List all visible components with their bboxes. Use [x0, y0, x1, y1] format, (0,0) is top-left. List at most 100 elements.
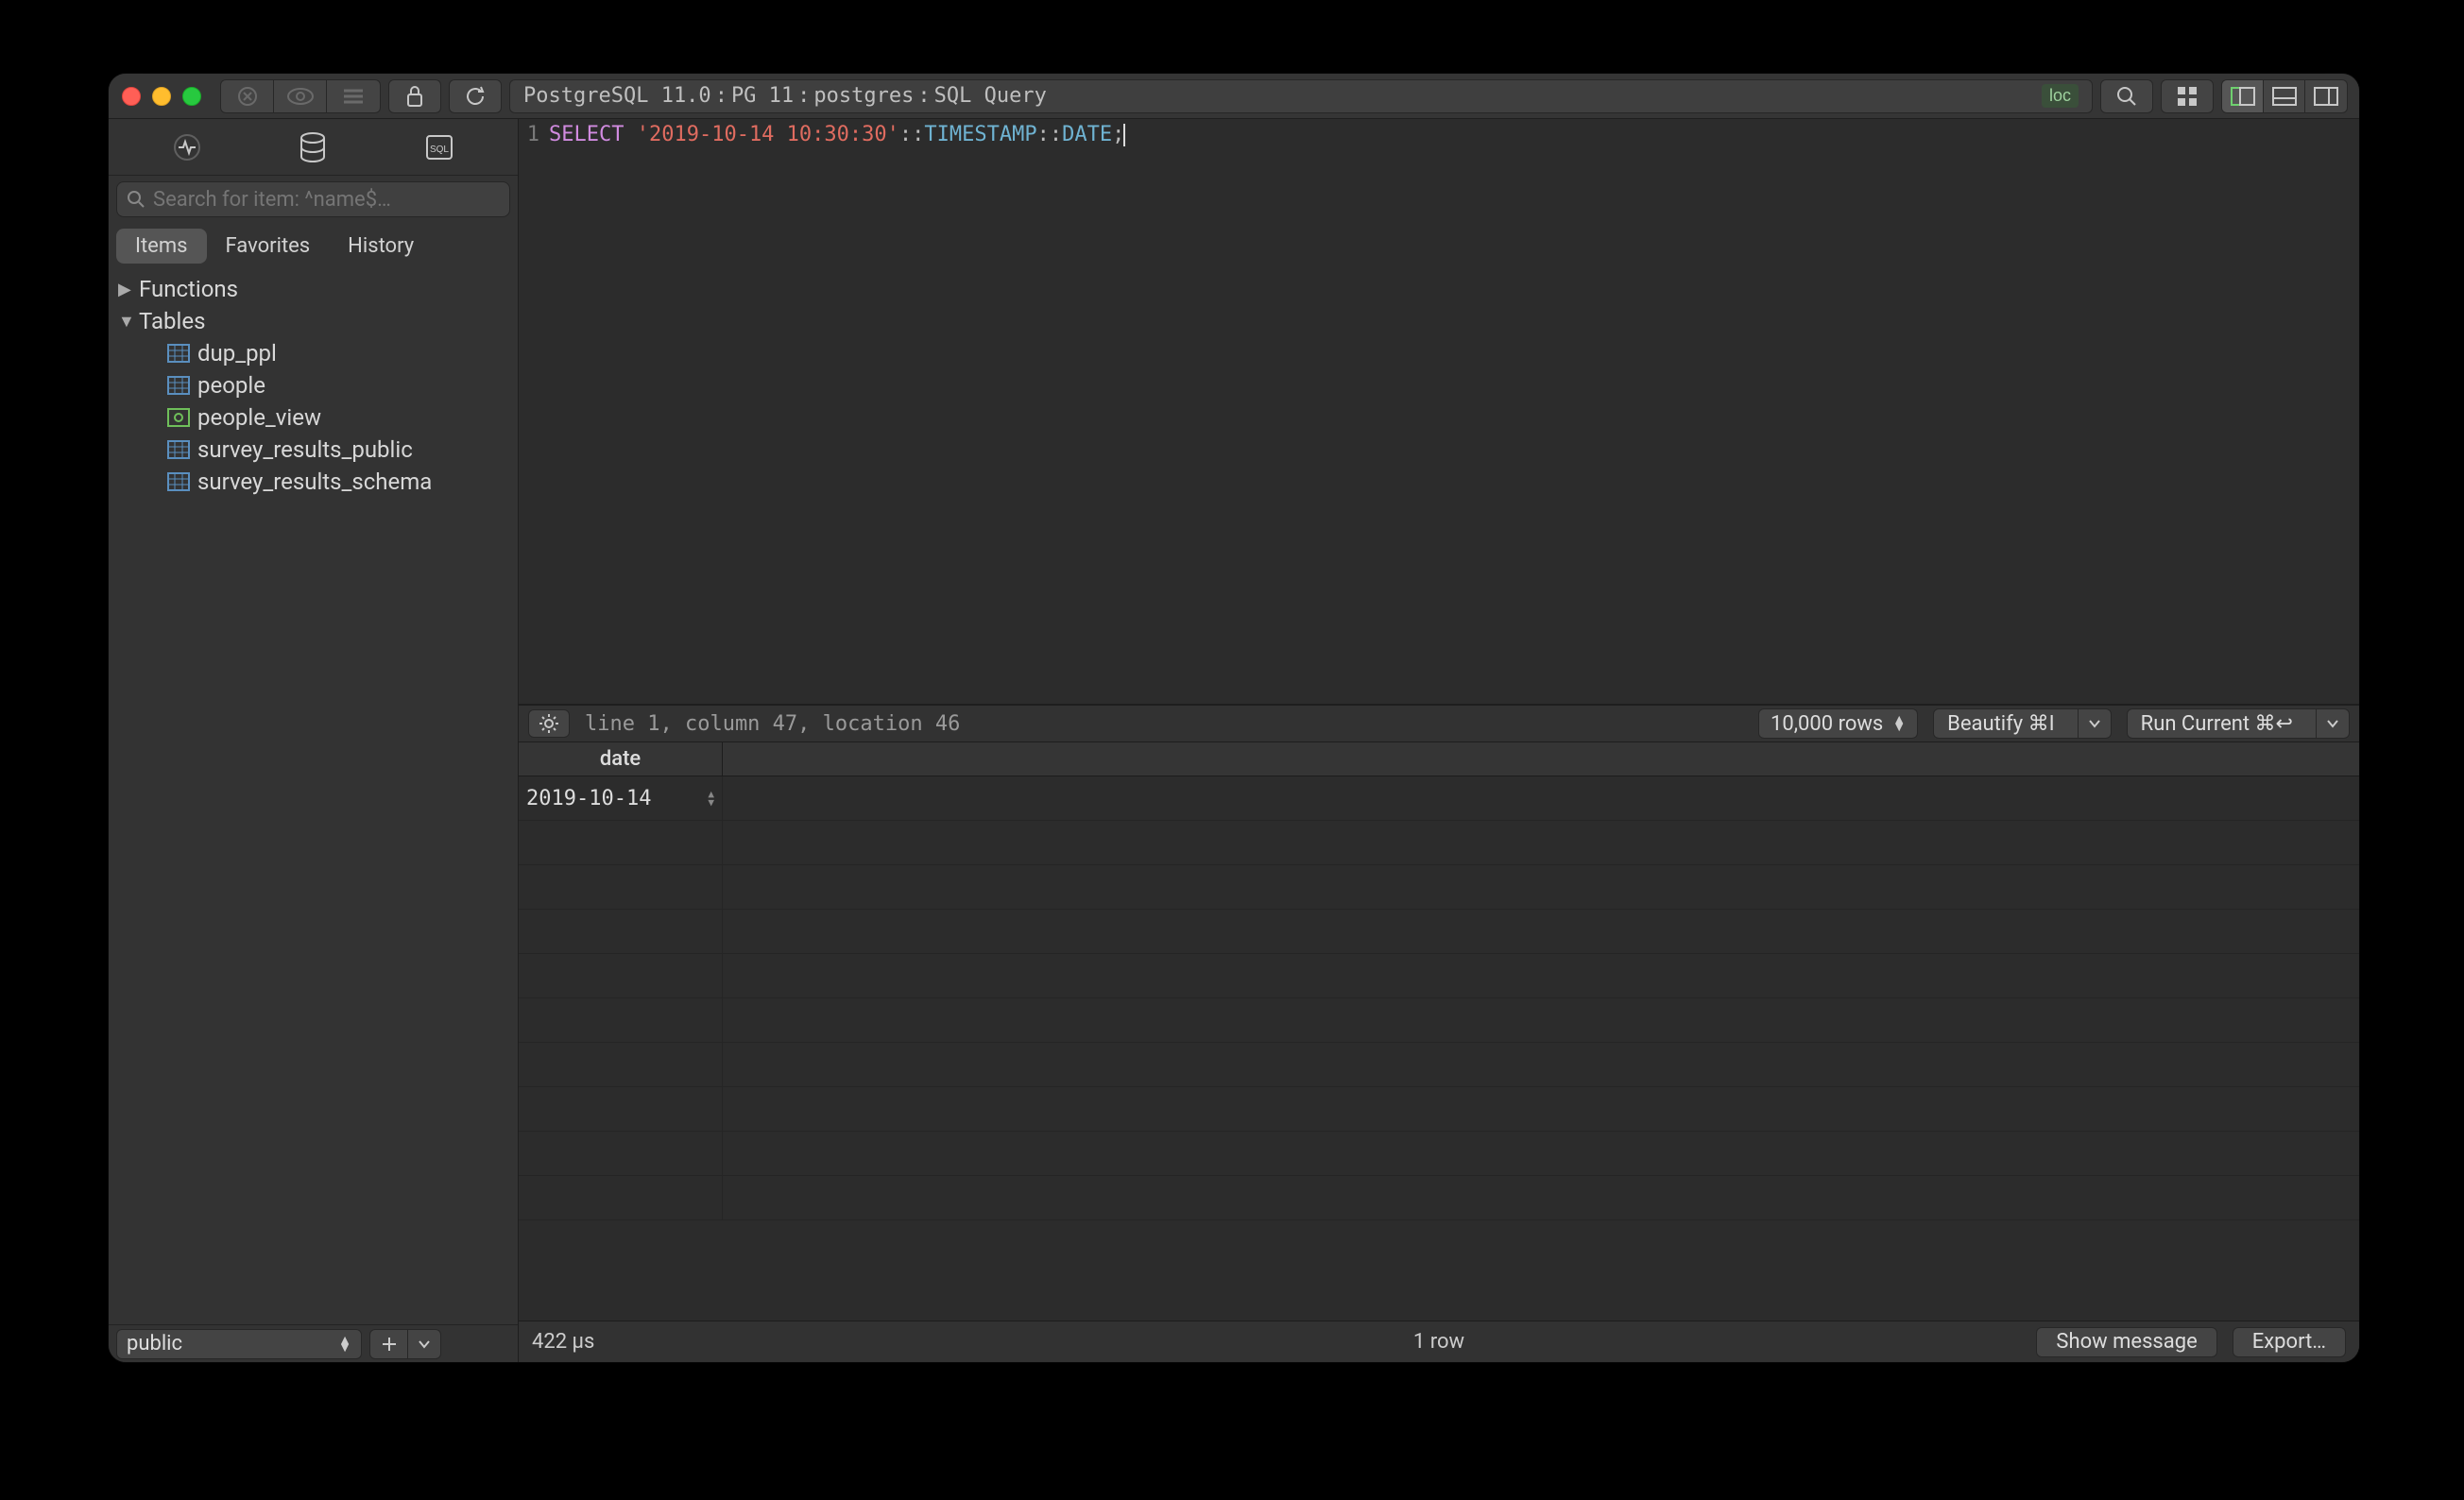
chevron-down-icon[interactable] [2078, 709, 2111, 738]
disclosure-closed-icon: ▶ [118, 280, 131, 299]
table-row[interactable]: 2019-10-14 ▲▼ [519, 776, 2359, 821]
stepper-icon: ▲▼ [1892, 716, 1906, 731]
minimize-window-button[interactable] [152, 87, 171, 106]
show-message-button[interactable]: Show message [2036, 1327, 2216, 1357]
column-header[interactable]: date [519, 742, 723, 776]
activity-icon [172, 132, 202, 162]
table-row [519, 1132, 2359, 1176]
add-menu-button[interactable] [408, 1330, 440, 1358]
editor-settings-button[interactable] [528, 709, 570, 738]
table-row [519, 998, 2359, 1043]
results-body: 2019-10-14 ▲▼ [519, 776, 2359, 1321]
chevron-down-icon[interactable] [2316, 709, 2349, 738]
search-input[interactable] [153, 188, 500, 212]
sidebar-tab-database[interactable] [295, 129, 331, 165]
chevron-down-icon [418, 1339, 431, 1349]
toolbar-view-group [220, 79, 381, 113]
add-item-group [369, 1329, 441, 1359]
table-icon [167, 472, 190, 491]
table-icon [167, 440, 190, 459]
lock-icon [405, 85, 424, 108]
stepper-icon: ▲▼ [338, 1337, 351, 1352]
breadcrumb-user: postgres [813, 84, 914, 108]
tree-functions[interactable]: ▶ Functions [109, 273, 518, 305]
beautify-button[interactable]: Beautify ⌘I [1933, 708, 2112, 739]
sidebar-tab-sql[interactable]: SQL [421, 129, 457, 165]
sidebar-tree: ▶ Functions ▼ Tables dup_ppl people [109, 269, 518, 1324]
sidebar-footer: public ▲▼ [109, 1324, 518, 1362]
grid-button[interactable] [2161, 79, 2214, 113]
stepper-icon[interactable]: ▲▼ [708, 790, 714, 807]
layout-bottom-panel[interactable] [2264, 80, 2305, 112]
window-controls [122, 87, 201, 106]
table-row [519, 821, 2359, 865]
cursor-position-label: line 1, column 47, location 46 [585, 712, 960, 736]
sidebar: SQL Items Favorites History ▶ Functions [109, 119, 519, 1362]
editor-statusbar: line 1, column 47, location 46 10,000 ro… [519, 705, 2359, 742]
tree-table-item[interactable]: survey_results_public [109, 434, 518, 466]
lock-button[interactable] [388, 79, 441, 113]
run-button[interactable]: Run Current ⌘↩ [2127, 708, 2350, 739]
layout-segment [2221, 79, 2348, 113]
schema-select[interactable]: public ▲▼ [116, 1329, 362, 1359]
results-footer: 422 µs 1 row Show message Export… [519, 1321, 2359, 1362]
view-icon [167, 408, 190, 427]
results-pane: date 2019-10-14 ▲▼ [519, 742, 2359, 1362]
cancel-icon[interactable] [221, 80, 274, 112]
breadcrumb-bar[interactable]: PostgreSQL 11.0 : PG 11 : postgres : SQL… [509, 79, 2093, 113]
results-header: date [519, 742, 2359, 776]
list-icon[interactable] [327, 80, 380, 112]
sidebar-tab-activity[interactable] [169, 129, 205, 165]
table-row [519, 1043, 2359, 1087]
refresh-button[interactable] [449, 79, 502, 113]
table-row [519, 1087, 2359, 1132]
sidebar-filter-segment: Items Favorites History [116, 229, 510, 264]
eye-icon[interactable] [274, 80, 327, 112]
close-window-button[interactable] [122, 87, 141, 106]
gear-icon [539, 713, 559, 734]
tree-table-item[interactable]: dup_ppl [109, 337, 518, 369]
editor-gutter: 1 [519, 119, 543, 704]
search-button[interactable] [2100, 79, 2153, 113]
breadcrumb-conn: PG 11 [731, 84, 794, 108]
text-cursor [1123, 124, 1125, 146]
tree-table-item[interactable]: people_view [109, 401, 518, 434]
row-count-label: 1 row [1413, 1330, 1464, 1354]
row-limit-select[interactable]: 10,000 rows ▲▼ [1758, 708, 1918, 739]
tree-table-item[interactable]: people [109, 369, 518, 401]
refresh-icon [464, 85, 487, 108]
disclosure-open-icon: ▼ [118, 312, 131, 332]
search-icon [2116, 86, 2137, 107]
svg-text:SQL: SQL [430, 145, 449, 155]
table-icon [167, 344, 190, 363]
main-area: 1 SELECT '2019-10-14 10:30:30'::TIMESTAM… [519, 119, 2359, 1362]
zoom-window-button[interactable] [182, 87, 201, 106]
tree-tables[interactable]: ▼ Tables [109, 305, 518, 337]
search-icon [127, 190, 145, 209]
sql-icon: SQL [425, 134, 453, 161]
layout-left-panel[interactable] [2222, 80, 2264, 112]
breadcrumb-db: PostgreSQL 11.0 [523, 84, 711, 108]
tree-table-item[interactable]: survey_results_schema [109, 466, 518, 498]
plus-icon [381, 1336, 398, 1353]
elapsed-label: 422 µs [532, 1330, 594, 1354]
editor-code[interactable]: SELECT '2019-10-14 10:30:30'::TIMESTAMP:… [543, 119, 2359, 704]
table-row [519, 954, 2359, 998]
table-cell[interactable]: 2019-10-14 ▲▼ [519, 776, 723, 820]
app-window: PostgreSQL 11.0 : PG 11 : postgres : SQL… [109, 74, 2359, 1362]
location-badge: loc [2042, 84, 2079, 108]
filter-history[interactable]: History [329, 229, 433, 264]
breadcrumb-mode: SQL Query [934, 84, 1047, 108]
table-row [519, 910, 2359, 954]
add-button[interactable] [370, 1330, 408, 1358]
sidebar-search[interactable] [116, 181, 510, 217]
layout-right-panel[interactable] [2305, 80, 2347, 112]
table-row [519, 1176, 2359, 1220]
export-button[interactable]: Export… [2233, 1327, 2346, 1357]
filter-favorites[interactable]: Favorites [207, 229, 330, 264]
database-icon [299, 132, 327, 162]
titlebar: PostgreSQL 11.0 : PG 11 : postgres : SQL… [109, 74, 2359, 119]
grid-icon [2177, 86, 2198, 107]
sql-editor[interactable]: 1 SELECT '2019-10-14 10:30:30'::TIMESTAM… [519, 119, 2359, 705]
filter-items[interactable]: Items [116, 229, 207, 264]
